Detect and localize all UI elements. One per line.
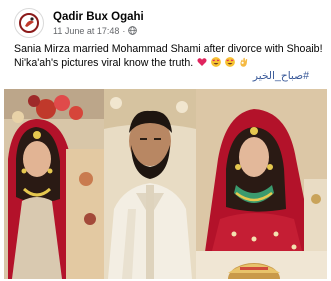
timestamp-row: 11 June at 17:48 ·: [53, 25, 144, 37]
author-name[interactable]: Qadir Bux Ogahi: [53, 10, 144, 24]
collage-photo-icon: [4, 89, 327, 279]
heart-eyes-face-icon: [211, 57, 222, 67]
post-header: Qadir Bux Ogahi 11 June at 17:48 ·: [14, 7, 144, 39]
ok-hand-icon: [240, 57, 248, 67]
red-heart-icon: [197, 58, 207, 66]
post-photo[interactable]: [4, 89, 327, 279]
page-logo-icon: [25, 17, 34, 27]
post-text-line-2: Ni'ka'ah's pictures viral know the truth…: [14, 56, 326, 70]
post-meta: Qadir Bux Ogahi 11 June at 17:48 ·: [53, 10, 144, 37]
post-text: Sania Mirza married Mohammad Shami after…: [14, 42, 326, 70]
post-text-line-2-text: Ni'ka'ah's pictures viral know the truth…: [14, 57, 194, 69]
globe-icon: [128, 26, 138, 35]
separator-dot: ·: [122, 25, 126, 36]
timestamp[interactable]: 11 June at 17:48: [53, 25, 119, 37]
heart-eyes-face-icon: [225, 57, 236, 67]
author-avatar[interactable]: [14, 8, 44, 38]
hashtag-link[interactable]: #صباح_الخير: [253, 70, 309, 82]
post-text-line-1: Sania Mirza married Mohammad Shami after…: [14, 43, 323, 55]
facebook-post: Qadir Bux Ogahi 11 June at 17:48 · Sania…: [0, 0, 331, 281]
